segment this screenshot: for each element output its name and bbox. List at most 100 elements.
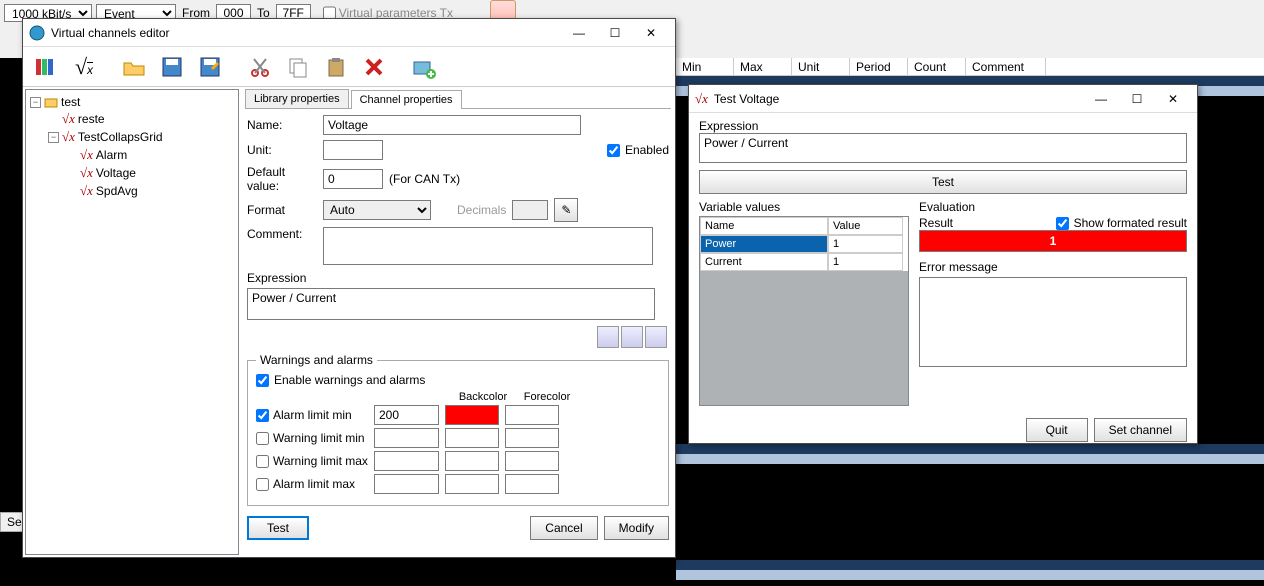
warnings-fieldset: Warnings and alarms Enable warnings and … [247, 353, 669, 506]
modify-button[interactable]: Modify [604, 516, 669, 540]
cancel-button[interactable]: Cancel [530, 516, 597, 540]
minimize-button[interactable]: — [561, 21, 597, 45]
channel-tree[interactable]: − test √x reste − √x TestCollapsGrid √x … [25, 89, 239, 555]
tab-library[interactable]: Library properties [245, 89, 349, 108]
tab-channel[interactable]: Channel properties [351, 90, 462, 109]
unit-input[interactable] [323, 140, 383, 160]
name-input[interactable] [323, 115, 581, 135]
expression-label: Expression [699, 119, 1187, 133]
decimals-label: Decimals [457, 203, 506, 217]
maximize-button[interactable]: ☐ [597, 21, 633, 45]
grid-row[interactable]: Power 1 [700, 235, 908, 253]
paste-icon[interactable] [319, 50, 353, 84]
warn-min-backcolor[interactable] [445, 428, 499, 448]
helper-btn-3[interactable] [645, 326, 667, 348]
format-label: Format [247, 203, 317, 217]
default-input[interactable] [323, 169, 383, 189]
alarm-max-forecolor[interactable] [505, 474, 559, 494]
alarm-min-backcolor[interactable] [445, 405, 499, 425]
col-count: Count [908, 58, 966, 75]
property-tabs: Library properties Channel properties [245, 89, 671, 109]
delete-icon[interactable] [357, 50, 391, 84]
formula-icon: √x [695, 91, 708, 107]
formula-icon: √x [62, 111, 75, 127]
result-label: Result [919, 216, 953, 230]
comment-input[interactable] [323, 227, 653, 265]
col-unit: Unit [792, 58, 850, 75]
warnings-legend: Warnings and alarms [256, 353, 377, 367]
test-button[interactable]: Test [699, 170, 1187, 194]
evaluation-label: Evaluation [919, 200, 1187, 214]
alarm-max-check[interactable]: Alarm limit max [256, 477, 368, 491]
warn-min-forecolor[interactable] [505, 428, 559, 448]
collapse-icon[interactable]: − [48, 132, 59, 143]
warn-max-input[interactable] [374, 451, 439, 471]
enabled-check[interactable]: Enabled [607, 143, 669, 157]
test-expression-input[interactable]: Power / Current [699, 133, 1187, 163]
close-button[interactable]: ✕ [633, 21, 669, 45]
collapse-icon[interactable]: − [30, 97, 41, 108]
package-add-icon[interactable] [407, 50, 441, 84]
error-label: Error message [919, 260, 1187, 274]
alarm-max-backcolor[interactable] [445, 474, 499, 494]
formula-icon: √x [80, 165, 93, 181]
grid-header: Min Max Unit Period Count Comment [676, 58, 1264, 76]
set-channel-button[interactable]: Set channel [1094, 418, 1187, 442]
editor-titlebar: Virtual channels editor — ☐ ✕ [23, 19, 675, 47]
close-button[interactable]: ✕ [1155, 87, 1191, 111]
tree-root[interactable]: − test [30, 94, 234, 110]
helper-btn-1[interactable] [597, 326, 619, 348]
comment-label: Comment: [247, 227, 317, 241]
warn-min-check[interactable]: Warning limit min [256, 431, 368, 445]
expression-input[interactable]: Power / Current [247, 288, 655, 320]
tree-leaf[interactable]: √x Alarm [30, 146, 234, 164]
maximize-button[interactable]: ☐ [1119, 87, 1155, 111]
col-period: Period [850, 58, 908, 75]
col-min: Min [676, 58, 734, 75]
test-button[interactable]: Test [247, 516, 309, 540]
folder-icon [44, 95, 58, 109]
decimals-input [512, 200, 548, 220]
tree-leaf[interactable]: √x Voltage [30, 164, 234, 182]
tree-node[interactable]: √x reste [30, 110, 234, 128]
app-icon [29, 25, 45, 41]
warn-max-backcolor[interactable] [445, 451, 499, 471]
default-hint: (For CAN Tx) [389, 172, 460, 186]
tree-leaf[interactable]: √x SpdAvg [30, 182, 234, 200]
editor-title: Virtual channels editor [51, 26, 561, 40]
alarm-min-input[interactable] [374, 405, 439, 425]
format-select[interactable]: Auto [323, 200, 431, 220]
warn-max-forecolor[interactable] [505, 451, 559, 471]
col-comment: Comment [966, 58, 1046, 75]
quit-button[interactable]: Quit [1026, 418, 1088, 442]
formula-icon: √x [80, 147, 93, 163]
cut-icon[interactable] [243, 50, 277, 84]
save-icon[interactable] [155, 50, 189, 84]
name-label: Name: [247, 118, 317, 132]
helper-btn-2[interactable] [621, 326, 643, 348]
test-voltage-window: √x Test Voltage — ☐ ✕ Expression Power /… [688, 84, 1198, 444]
books-icon[interactable] [29, 50, 63, 84]
grid-row[interactable]: Current 1 [700, 253, 908, 271]
sqrt-x-icon[interactable]: √x [67, 50, 101, 84]
tree-node[interactable]: − √x TestCollapsGrid [30, 128, 234, 146]
minimize-button[interactable]: — [1083, 87, 1119, 111]
enable-warnings-check[interactable]: Enable warnings and alarms [256, 373, 660, 387]
forecolor-label: Forecolor [515, 391, 579, 403]
show-formatted-check[interactable]: Show formated result [1056, 216, 1187, 230]
warn-min-input[interactable] [374, 428, 439, 448]
decimals-btn[interactable]: ✎ [554, 198, 578, 222]
alarm-min-forecolor[interactable] [505, 405, 559, 425]
test-title: Test Voltage [714, 92, 1083, 106]
save-as-icon[interactable] [193, 50, 227, 84]
variables-label: Variable values [699, 200, 909, 214]
variable-grid[interactable]: Name Value Power 1 Current 1 [699, 216, 909, 406]
value-col: Value [828, 217, 903, 235]
warn-max-check[interactable]: Warning limit max [256, 454, 368, 468]
alarm-max-input[interactable] [374, 474, 439, 494]
copy-icon[interactable] [281, 50, 315, 84]
alarm-min-check[interactable]: Alarm limit min [256, 408, 368, 422]
open-icon[interactable] [117, 50, 151, 84]
formula-icon: √x [80, 183, 93, 199]
result-box: 1 [919, 230, 1187, 252]
